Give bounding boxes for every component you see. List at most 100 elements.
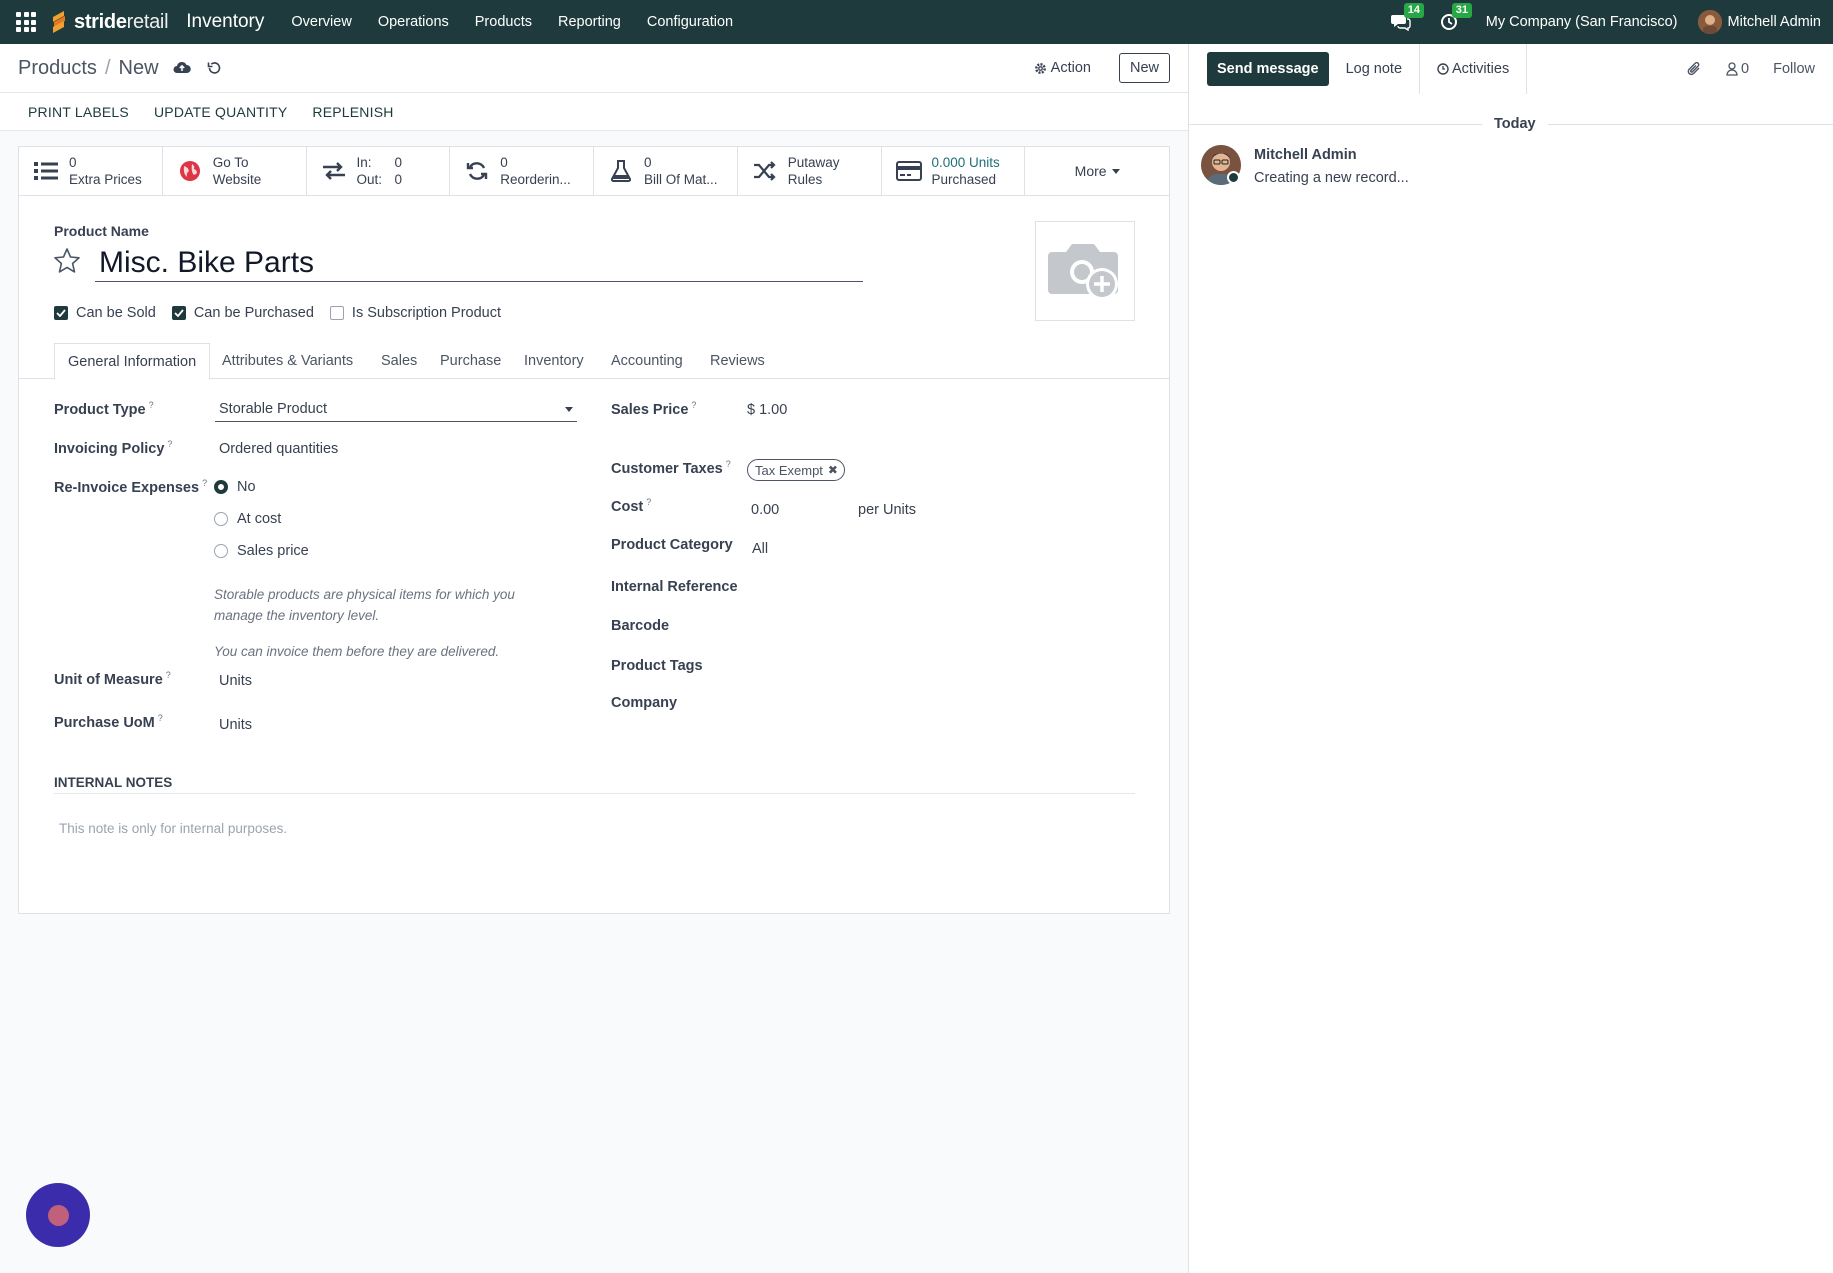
send-message-button[interactable]: Send message (1207, 52, 1329, 86)
log-note-button[interactable]: Log note (1329, 44, 1419, 94)
activities-clock-icon[interactable]: 31 (1438, 3, 1472, 33)
product-category-value[interactable]: All (752, 541, 768, 557)
tab-accounting[interactable]: Accounting (611, 343, 683, 379)
product-type-value: Storable Product (219, 401, 328, 417)
action-menu-button[interactable]: Action (1034, 60, 1091, 76)
message-author-name[interactable]: Mitchell Admin (1254, 147, 1357, 163)
radio-sales-price[interactable] (214, 544, 228, 558)
in-out-moves-button[interactable]: In: 0 Out: 0 (307, 147, 451, 195)
tab-general-information[interactable]: General Information (54, 343, 211, 380)
bom-count: 0 (644, 155, 652, 170)
subscription-checkbox[interactable] (329, 306, 344, 320)
main-menu: Overview Operations Products Reporting C… (278, 14, 746, 30)
remove-tag-icon[interactable]: ✖ (828, 463, 838, 477)
menu-reporting[interactable]: Reporting (545, 14, 634, 30)
company-switcher[interactable]: My Company (San Francisco) (1486, 14, 1678, 30)
cost-value[interactable]: 0.00 (751, 502, 779, 518)
invoicing-policy-value[interactable]: Ordered quantities (219, 441, 338, 457)
exchange-arrows-icon (321, 158, 347, 184)
breadcrumb-current: New (118, 56, 159, 79)
sales-price-label: Sales Price? (611, 400, 696, 418)
sales-price-value[interactable]: $ 1.00 (747, 402, 787, 418)
save-cloud-icon[interactable] (173, 59, 191, 77)
product-category-label: Product Category (611, 537, 733, 553)
putaway-line1: Putaway (787, 155, 840, 170)
cost-help[interactable]: ? (646, 497, 651, 507)
tab-inventory[interactable]: Inventory (524, 343, 584, 379)
paperclip-icon[interactable] (1686, 61, 1702, 77)
can-be-sold-checkbox[interactable] (54, 306, 68, 320)
internal-reference-label: Internal Reference (611, 579, 738, 595)
go-to-website-button[interactable]: Go To Website (163, 147, 307, 195)
purchase-uom-help[interactable]: ? (158, 713, 163, 723)
can-be-purchased-toggle: Can be Purchased (171, 305, 314, 321)
reinvoice-option-at-cost[interactable]: At cost (214, 511, 281, 527)
follow-button[interactable]: Follow (1773, 61, 1815, 77)
uom-value[interactable]: Units (219, 673, 252, 689)
brand-logo[interactable]: stride retail (48, 9, 169, 35)
new-button[interactable]: New (1118, 53, 1170, 83)
more-smart-buttons-dropdown[interactable]: More (1025, 147, 1169, 195)
putaway-rules-button[interactable]: Putaway Rules (738, 147, 882, 195)
tax-exempt-tag: Tax Exempt ✖ (747, 459, 845, 481)
messages-icon[interactable]: 14 (1390, 3, 1424, 33)
messages-badge: 14 (1403, 3, 1424, 18)
radio-at-cost[interactable] (214, 512, 228, 526)
menu-products[interactable]: Products (462, 14, 545, 30)
followers-button[interactable]: 0 (1726, 61, 1749, 77)
tab-reviews[interactable]: Reviews (710, 343, 765, 379)
flask-icon (608, 158, 634, 184)
menu-overview[interactable]: Overview (278, 14, 364, 30)
reinvoice-option-no[interactable]: No (214, 479, 256, 495)
purchase-uom-label-text: Purchase UoM (54, 714, 155, 731)
bill-of-materials-button[interactable]: 0 Bill Of Mat... (594, 147, 738, 195)
reinvoice-option-sales-price[interactable]: Sales price (214, 543, 309, 559)
update-quantity-button[interactable]: UPDATE QUANTITY (154, 104, 287, 120)
credit-card-icon (895, 158, 922, 184)
floating-assistant-button[interactable] (26, 1183, 90, 1247)
product-name-input[interactable] (95, 245, 863, 282)
customer-taxes-help[interactable]: ? (726, 459, 731, 469)
menu-configuration[interactable]: Configuration (634, 14, 746, 30)
activities-button[interactable]: Activities (1419, 44, 1528, 94)
barcode-label: Barcode (611, 618, 670, 634)
app-grid-icon[interactable] (14, 10, 38, 34)
product-image-upload[interactable] (1035, 221, 1135, 321)
can-be-purchased-checkbox[interactable] (171, 306, 186, 320)
tab-purchase[interactable]: Purchase (440, 343, 501, 379)
favorite-star-icon[interactable] (53, 247, 81, 275)
purchase-uom-value[interactable]: Units (219, 717, 252, 733)
brand-name-bold: stride (74, 10, 127, 33)
app-title[interactable]: Inventory (186, 11, 264, 33)
purchased-button[interactable]: 0.000 Units Purchased (882, 147, 1026, 195)
reinvoice-expenses-help[interactable]: ? (202, 478, 207, 488)
internal-notes-editor[interactable]: This note is only for internal purposes. (59, 821, 287, 836)
reordering-rules-button[interactable]: 0 Reorderin... (450, 147, 594, 195)
cost-label-text: Cost (611, 498, 644, 515)
discard-undo-icon[interactable] (205, 59, 223, 77)
product-type-select[interactable]: Storable Product (215, 398, 577, 422)
print-labels-button[interactable]: PRINT LABELS (28, 104, 129, 120)
in-value: 0 (394, 155, 403, 170)
tab-sales[interactable]: Sales (381, 343, 417, 379)
product-type-help[interactable]: ? (149, 400, 154, 410)
sales-price-help[interactable]: ? (691, 400, 696, 410)
breadcrumb-products[interactable]: Products (18, 57, 97, 80)
user-icon (1726, 62, 1738, 76)
user-avatar (1697, 10, 1722, 34)
replenish-button[interactable]: REPLENISH (312, 104, 393, 120)
tab-attributes-variants[interactable]: Attributes & Variants (222, 343, 353, 379)
company-label: Company (611, 695, 678, 711)
radio-no[interactable] (214, 480, 228, 494)
uom-help[interactable]: ? (166, 670, 171, 680)
reinvoice-expenses-label: Re-Invoice Expenses? (54, 478, 207, 496)
extra-prices-button[interactable]: 0 Extra Prices (19, 147, 163, 195)
navbar-systray: 14 31 My Company (San Francisco) Mitchel… (1390, 3, 1833, 34)
menu-operations[interactable]: Operations (365, 14, 462, 30)
caret-down-icon (1111, 168, 1120, 174)
user-menu[interactable]: Mitchell Admin (1697, 10, 1821, 34)
cost-unit: per Units (858, 502, 917, 518)
stride-logo-icon (53, 11, 65, 33)
invoicing-policy-help[interactable]: ? (167, 439, 172, 449)
out-value: 0 (394, 172, 403, 187)
